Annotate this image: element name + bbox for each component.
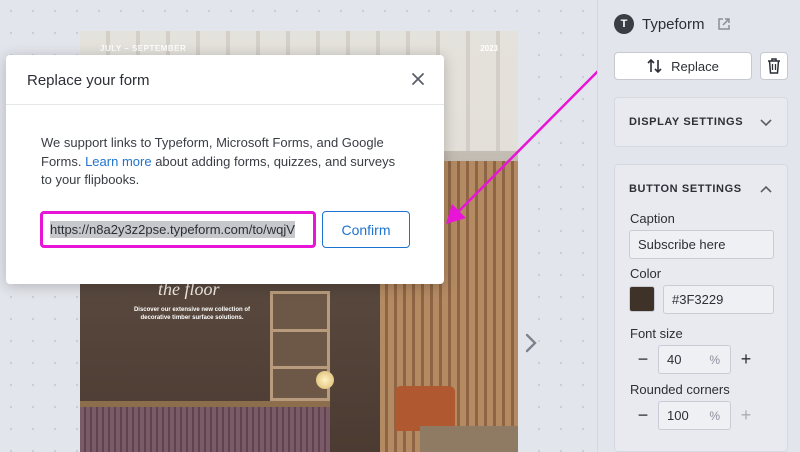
button-settings-section: BUTTON SETTINGS Caption Subscribe here C… <box>614 164 788 452</box>
delete-button[interactable] <box>760 52 788 80</box>
font-size-decrease-button[interactable]: − <box>635 349 651 369</box>
chevron-down-icon[interactable] <box>759 116 773 130</box>
chevron-up-icon[interactable] <box>759 182 773 196</box>
modal-title: Replace your form <box>27 72 150 89</box>
font-size-input[interactable]: 40 % <box>658 345 731 374</box>
replace-button-label: Replace <box>671 58 719 74</box>
page-subtext: Discover our extensive new collection of… <box>133 307 251 322</box>
form-source: T Typeform <box>614 14 731 34</box>
page-year: 2023 <box>480 44 498 53</box>
next-page-arrow-icon[interactable] <box>520 330 542 360</box>
caption-input[interactable]: Subscribe here <box>629 230 774 259</box>
sort-arrows-icon <box>647 59 662 73</box>
display-settings-title: DISPLAY SETTINGS <box>629 116 744 128</box>
typeform-avatar: T <box>614 14 634 34</box>
form-url-input[interactable]: https://n8a2y3z2pse.typeform.com/to/wqjV <box>40 211 316 248</box>
page-date-range: JULY – SEPTEMBER <box>100 44 187 53</box>
close-icon[interactable] <box>408 69 428 89</box>
page-chair-image <box>395 386 455 431</box>
page-counter-image <box>80 401 330 452</box>
learn-more-link[interactable]: Learn more <box>85 154 151 169</box>
replace-button[interactable]: Replace <box>614 52 752 80</box>
form-source-name: Typeform <box>642 15 705 33</box>
font-size-label: Font size <box>630 326 683 341</box>
rounded-corners-label: Rounded corners <box>630 382 730 397</box>
font-size-increase-button[interactable]: + <box>738 349 754 369</box>
rounded-corners-decrease-button[interactable]: − <box>635 405 651 425</box>
rounded-corners-increase-button[interactable]: + <box>738 405 754 425</box>
color-label: Color <box>630 266 662 281</box>
confirm-button[interactable]: Confirm <box>322 211 410 248</box>
caption-label: Caption <box>630 211 675 226</box>
rounded-corners-value: 100 <box>667 408 689 423</box>
font-size-unit: % <box>709 352 720 367</box>
color-input[interactable]: #3F3229 <box>663 285 774 314</box>
rounded-corners-unit: % <box>709 408 720 423</box>
settings-sidebar: T Typeform Replace DISPLAY SETTINGS BUTT… <box>597 0 800 452</box>
trash-icon <box>768 58 780 74</box>
color-swatch[interactable] <box>629 286 655 312</box>
modal-header: Replace your form <box>6 55 444 105</box>
caption-value: Subscribe here <box>638 237 726 252</box>
external-link-icon[interactable] <box>717 17 731 31</box>
replace-form-modal: Replace your form We support links to Ty… <box>6 55 444 284</box>
color-value: #3F3229 <box>672 292 724 307</box>
form-url-value: https://n8a2y3z2pse.typeform.com/to/wqjV <box>50 221 295 238</box>
url-row: https://n8a2y3z2pse.typeform.com/to/wqjV… <box>40 211 410 248</box>
modal-description: We support links to Typeform, Microsoft … <box>6 105 444 190</box>
page-lamp-image <box>316 371 334 389</box>
display-settings-section[interactable]: DISPLAY SETTINGS <box>614 97 788 147</box>
page-table-image <box>420 426 518 452</box>
button-settings-title: BUTTON SETTINGS <box>629 183 742 195</box>
rounded-corners-input[interactable]: 100 % <box>658 401 731 430</box>
font-size-value: 40 <box>667 352 682 367</box>
